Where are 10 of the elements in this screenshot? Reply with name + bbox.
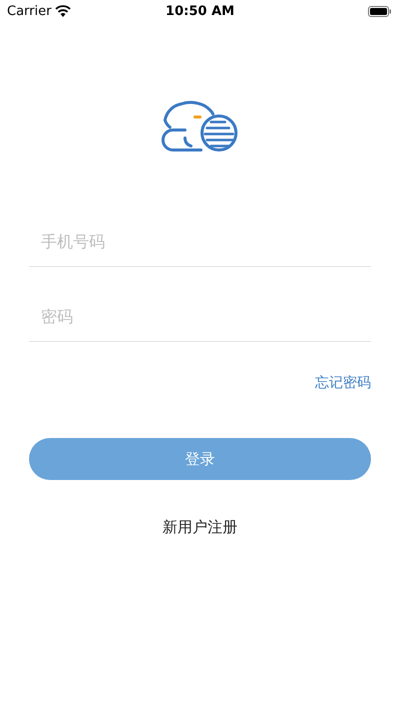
phone-input-field[interactable]: 手机号码 <box>29 216 371 267</box>
cloud-globe-logo-icon <box>161 98 239 154</box>
carrier-label: Carrier <box>7 4 52 18</box>
clock-time: 10:50 AM <box>166 4 234 18</box>
login-button[interactable]: 登录 <box>29 438 371 480</box>
register-link[interactable]: 新用户注册 <box>162 518 238 537</box>
forgot-password-link[interactable]: 忘记密码 <box>315 374 371 392</box>
password-input-field[interactable]: 密码 <box>29 291 371 342</box>
battery-icon <box>368 6 392 16</box>
wifi-icon <box>55 5 72 17</box>
